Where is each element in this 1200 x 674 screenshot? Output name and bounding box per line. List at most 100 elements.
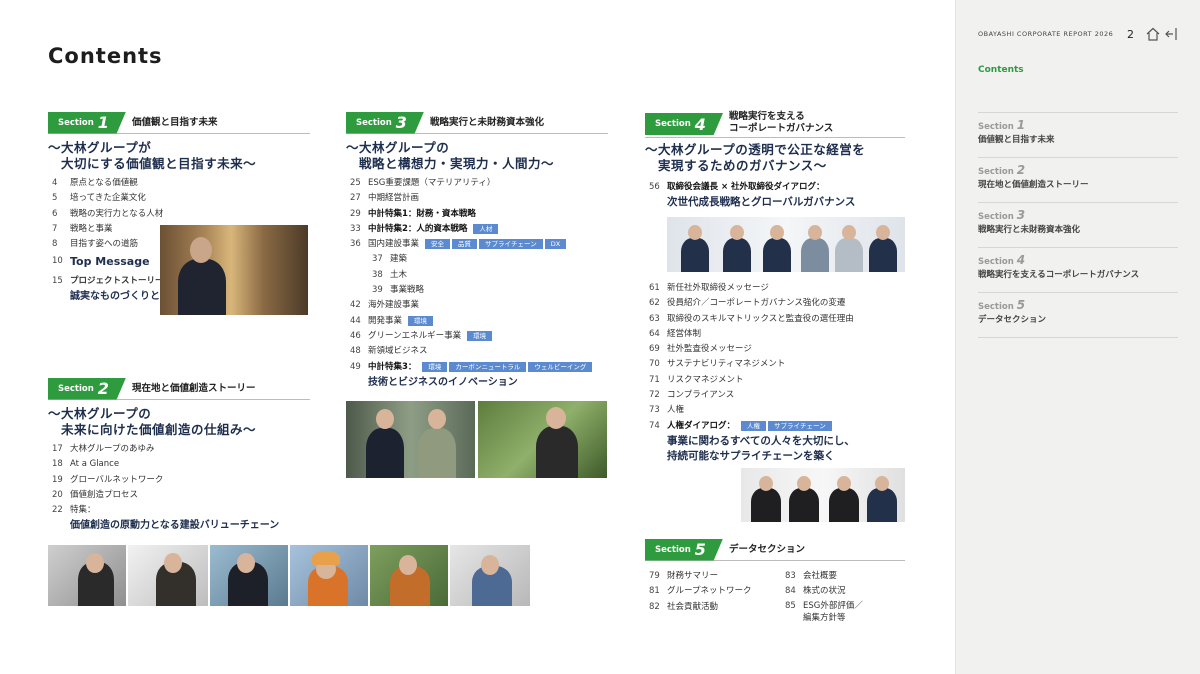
sidebar-section-5[interactable]: Section 5 データセクション [978, 298, 1046, 325]
feature-title-49[interactable]: 技術とビジネスのイノベーション [346, 375, 608, 390]
top-message-photo [160, 225, 308, 315]
toc-item-82[interactable]: 82 社会貢献活動 [645, 600, 781, 615]
item-title: 開発事業 [368, 315, 403, 326]
section-label: Section [655, 544, 691, 555]
feature-title-74[interactable]: 事業に関わるすべての人々を大切にし、 持続可能なサプライチェーンを築く [645, 434, 905, 464]
item-title: コンプライアンス [667, 390, 735, 401]
toc-item-6[interactable]: 6 戦略の実行力となる人材 [48, 207, 310, 222]
toc-item-79[interactable]: 79 財務サマリー [645, 569, 781, 584]
toc-item-20[interactable]: 20 価値創造プロセス [48, 488, 310, 503]
section-3-photo-1 [346, 401, 475, 478]
toc-item-17[interactable]: 17 大林グループのあゆみ [48, 442, 310, 457]
section-1-lead: ～大林グループが 大切にする価値観と目指す未来～ [48, 140, 257, 171]
sidebar-section-title: データセクション [978, 315, 1047, 325]
toc-item-73[interactable]: 73 人権 [645, 403, 905, 418]
item-title: 国内建設事業 [368, 239, 420, 250]
toc-item-38[interactable]: 38 土木 [346, 268, 608, 283]
toc-item-61[interactable]: 61 新任社外取締役メッセージ [645, 281, 905, 296]
page-number: 61 [649, 283, 660, 293]
feature-title-56[interactable]: 次世代成長戦略とグローバルガバナンス [645, 195, 905, 210]
toc-item-63[interactable]: 63 取締役のスキルマトリックスと監査役の選任理由 [645, 312, 905, 327]
tag-group: 人権 サプライチェーン [741, 419, 832, 434]
toc-item-5[interactable]: 5 培ってきた企業文化 [48, 191, 310, 206]
section-5-header[interactable]: Section 5 データセクション [645, 538, 905, 561]
page-number: 73 [649, 405, 660, 416]
section-4-header[interactable]: Section 4 戦略実行を支える コーポレートガバナンス [645, 110, 905, 138]
section-label: Section [356, 117, 392, 128]
toc-item-71[interactable]: 71 リスクマネジメント [645, 373, 905, 388]
section-4-badge: Section 4 [645, 113, 723, 135]
photo-2 [128, 545, 208, 606]
page-number: 46 [350, 330, 361, 341]
section-2-block: Section 2 現在地と価値創造ストーリー ～大林グループの 未来に向けた価… [48, 377, 310, 533]
toc-item-44[interactable]: 44 開発事業 環境 [346, 314, 608, 329]
toc-item-27[interactable]: 27 中期経営計画 [346, 191, 608, 206]
sidebar-current-contents[interactable]: Contents [978, 65, 1024, 75]
toc-item-84[interactable]: 84 株式の状況 [781, 584, 905, 599]
toc-item-83[interactable]: 83 会社概要 [781, 569, 905, 584]
section-3-header[interactable]: Section 3 戦略実行と未財務資本強化 [346, 111, 608, 134]
page-title: Contents [48, 44, 163, 68]
sidebar-section-1[interactable]: Section 1 価値観と目指す未来 [978, 118, 1055, 145]
item-title: 役員紹介／コーポレートガバナンス強化の変遷 [667, 298, 846, 309]
toc-item-56[interactable]: 56 取締役会議長 × 社外取締役ダイアログ： [645, 180, 905, 195]
feature-title-22[interactable]: 価値創造の原動力となる建設バリューチェーン [48, 518, 310, 533]
sidebar-section-title: 戦略実行を支えるコーポレートガバナンス [978, 270, 1140, 280]
toc-item-70[interactable]: 70 サステナビリティマネジメント [645, 357, 905, 372]
sidebar-section-4[interactable]: Section 4 戦略実行を支えるコーポレートガバナンス [978, 253, 1139, 280]
tag-サプライチェーン: サプライチェーン [768, 420, 832, 431]
page-number: 6 [52, 208, 58, 219]
toc-item-64[interactable]: 64 経営体制 [645, 327, 905, 342]
toc-item-74[interactable]: 74 人権ダイアログ： 人権 サプライチェーン [645, 419, 905, 434]
page-number: 17 [52, 444, 63, 454]
page-number: 64 [649, 328, 660, 339]
back-icon[interactable] [1164, 27, 1178, 41]
toc-item-46[interactable]: 46 グリーンエネルギー事業 環境 [346, 329, 608, 344]
toc-item-48[interactable]: 48 新領域ビジネス [346, 344, 608, 359]
item-title: リスクマネジメント [667, 374, 744, 385]
page-number: 39 [372, 285, 383, 296]
toc-item-25[interactable]: 25 ESG重要課題（マテリアリティ） [346, 176, 608, 191]
toc-item-72[interactable]: 72 コンプライアンス [645, 388, 905, 403]
toc-item-4[interactable]: 4 原点となる価値観 [48, 176, 310, 191]
toc-item-37[interactable]: 37 建築 [346, 252, 608, 267]
item-title: 戦略と事業 [70, 223, 113, 234]
section-4-lead: ～大林グループの透明で公正な経営を 実現するためのガバナンス～ [645, 142, 866, 173]
item-title: At a Glance [70, 459, 120, 470]
section-1-header[interactable]: Section 1 価値観と目指す未来 [48, 111, 310, 134]
sidebar-section-2[interactable]: Section 2 現在地と価値創造ストーリー [978, 163, 1089, 190]
page-number: 25 [350, 178, 361, 188]
toc-item-69[interactable]: 69 社外監査役メッセージ [645, 342, 905, 357]
item-title: 中計特集3： [368, 361, 417, 372]
toc-item-19[interactable]: 19 グローバルネットワーク [48, 473, 310, 488]
toc-item-36[interactable]: 36 国内建設事業 安全 品質 サプライチェーン DX [346, 237, 608, 252]
home-icon[interactable] [1146, 27, 1160, 41]
item-title: グリーンエネルギー事業 [368, 330, 462, 341]
toc-item-18[interactable]: 18 At a Glance [48, 457, 310, 472]
toc-item-62[interactable]: 62 役員紹介／コーポレートガバナンス強化の変遷 [645, 296, 905, 311]
toc-item-22[interactable]: 22 特集： [48, 503, 310, 518]
toc-item-85[interactable]: 85 ESG外部評価／ 編集方針等 [781, 600, 905, 624]
toc-item-29[interactable]: 29 中計特集1：財務・資本戦略 [346, 207, 608, 222]
item-title: 財務サマリー [667, 571, 719, 581]
toc-item-81[interactable]: 81 グループネットワーク [645, 584, 781, 599]
item-title: 海外建設事業 [368, 300, 420, 311]
section-5-block: Section 5 データセクション 79 財務サマリー 81 グループネットワーク 8… [645, 538, 905, 624]
section-5-badge: Section 5 [645, 538, 723, 561]
toc-item-42[interactable]: 42 海外建設事業 [346, 298, 608, 313]
item-title: ESG外部評価／ 編集方針等 [803, 600, 863, 623]
toc-item-39[interactable]: 39 事業戦略 [346, 283, 608, 298]
section-3-photo-2 [478, 401, 607, 478]
tag-人材: 人材 [473, 223, 499, 234]
toc-item-33[interactable]: 33 中計特集2：人的資本戦略 人材 [346, 222, 608, 237]
sidebar-section-3[interactable]: Section 3 戦略実行と未財務資本強化 [978, 208, 1080, 235]
item-title: 中計特集1：財務・資本戦略 [368, 208, 476, 219]
item-title: プロジェクトストーリー： [70, 275, 173, 286]
sidebar-section-label: Section 2 [978, 163, 1026, 177]
section-2-header[interactable]: Section 2 現在地と価値創造ストーリー [48, 377, 310, 400]
sidebar-section-title: 戦略実行と未財務資本強化 [978, 225, 1081, 235]
photo-3 [210, 545, 288, 606]
toc-item-49[interactable]: 49 中計特集3： 環境 カーボンニュートラル ウェルビーイング [346, 360, 608, 375]
section-number: 2 [97, 379, 109, 398]
item-title: 培ってきた企業文化 [70, 193, 146, 204]
